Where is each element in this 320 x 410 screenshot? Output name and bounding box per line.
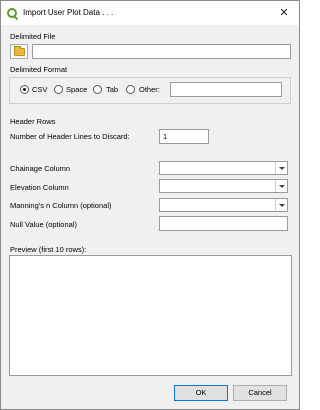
chevron-down-icon[interactable]	[275, 199, 287, 211]
null-value-label: Null Value (optional)	[10, 220, 77, 229]
delimited-file-label: Delimited File	[10, 32, 56, 41]
browse-file-button[interactable]	[10, 44, 28, 59]
tab-radio[interactable]	[93, 85, 102, 94]
header-lines-label: Number of Header Lines to Discard:	[10, 132, 130, 141]
folder-icon	[14, 46, 25, 56]
chainage-column-label: Chainage Column	[10, 164, 71, 173]
space-radio[interactable]	[54, 85, 63, 94]
cancel-button[interactable]: Cancel	[233, 385, 287, 401]
window-title: Import User Plot Data . . .	[23, 8, 114, 17]
other-radio[interactable]	[126, 85, 135, 94]
qgis-icon	[7, 8, 17, 18]
null-value-input[interactable]	[159, 216, 288, 231]
file-path-input[interactable]	[32, 44, 291, 59]
csv-radio[interactable]	[20, 85, 29, 94]
preview-table[interactable]	[9, 255, 292, 376]
elevation-column-label: Elevation Column	[10, 183, 69, 192]
csv-radio-label[interactable]: CSV	[32, 85, 47, 94]
other-delimiter-input[interactable]	[170, 82, 282, 97]
mannings-column-label: Manning's n Column (optional)	[10, 201, 112, 210]
header-lines-input[interactable]: 1	[159, 129, 209, 144]
mannings-column-select[interactable]	[159, 198, 288, 212]
ok-button[interactable]: OK	[174, 385, 228, 401]
chevron-down-icon[interactable]	[275, 180, 287, 192]
preview-label: Preview (first 10 rows):	[10, 245, 87, 254]
chevron-down-icon[interactable]	[275, 162, 287, 174]
space-radio-label[interactable]: Space	[66, 85, 87, 94]
header-rows-label: Header Rows	[10, 117, 56, 126]
close-button[interactable]: ✕	[277, 6, 291, 20]
header-lines-value: 1	[163, 132, 168, 141]
import-dialog: Import User Plot Data . . . ✕ Delimited …	[0, 0, 300, 410]
title-bar[interactable]: Import User Plot Data . . . ✕	[1, 1, 299, 25]
elevation-column-select[interactable]	[159, 179, 288, 193]
delimited-format-label: Delimited Format	[10, 65, 68, 74]
tab-radio-label[interactable]: Tab	[106, 85, 118, 94]
chainage-column-select[interactable]	[159, 161, 288, 175]
other-radio-label[interactable]: Other:	[139, 85, 160, 94]
